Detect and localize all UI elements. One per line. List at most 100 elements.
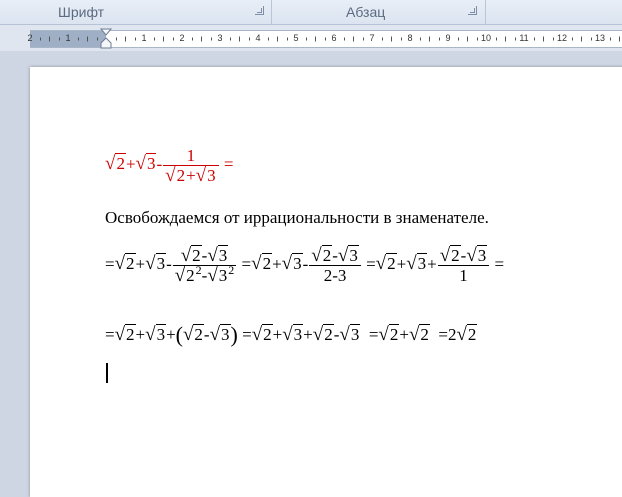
equation-3[interactable]: =√2+√3+(√2-√3) =√2+√3+√2-√3 =√2+√2 =2√2 [105,322,478,348]
radicand: 2 [419,324,430,344]
font-group-label: Шрифт [58,4,105,20]
radicand: 2 [125,324,136,344]
horizontal-ruler[interactable]: 2 1 1 2 3 4 5 6 7 8 9 10 11 12 13 [27,30,622,48]
operator: + [272,254,282,274]
ruler-number: 3 [217,33,223,43]
radicand: 2 [115,153,126,174]
ruler-number: 13 [594,33,606,43]
fraction: 1 √2+√3 [163,146,219,186]
ruler-number: 11 [519,33,529,43]
exponent: 2 [228,263,235,277]
ruler-number: 6 [331,33,337,43]
font-dialog-launcher-icon[interactable] [255,6,264,15]
equals-sign: = [438,325,448,344]
font-group: Шрифт [0,0,272,24]
radicand: 2 [450,245,461,265]
indent-marker-icon[interactable] [100,28,112,52]
operator: + [303,325,313,344]
radicand: 3 [217,245,229,265]
radicand: 3 [206,165,217,185]
operator: + [125,154,136,174]
operator: + [135,325,146,344]
ruler-number: 5 [293,33,299,43]
ruler-number: 1 [65,33,71,43]
equals-sign: = [105,254,115,274]
operator: + [396,254,407,274]
equals-sign: = [241,254,252,274]
equals-sign: = [368,325,379,344]
ruler-number: 9 [445,33,451,43]
body-text[interactable]: Освобождаемся от иррациональности в знам… [105,208,489,228]
operator: - [156,154,163,174]
radicand: 2 [321,245,333,265]
radicand: 2 [466,324,478,344]
radicand: 3 [349,324,361,344]
radicand: 3 [155,253,167,274]
sqrt: √2 [105,153,126,175]
radicand: 3 [217,265,229,285]
radicand: 2 [262,324,273,344]
ribbon-groups-bar: Шрифт Абзац [0,0,622,25]
right-paren: ) [230,322,238,347]
equals-sign: = [223,154,234,174]
numerator: √2-√3 [437,245,490,266]
ruler-number: 4 [255,33,261,43]
text-caret [106,363,108,383]
equation-2[interactable]: =√2+√3- √2-√3 √22-√32 =√2+√3- √2-√3 2-3 =√2+… [105,245,505,286]
radicand: 3 [155,324,167,344]
coefficient: 2 [447,325,457,344]
equals-sign: = [105,325,115,344]
operator: + [166,325,176,344]
ruler-number: 12 [556,33,568,43]
fraction: √2-√3 √22-√32 [172,245,237,286]
ruler-number: 8 [407,33,413,43]
radicand: 3 [416,253,428,274]
radicand: 2 [175,165,187,185]
ruler-number: 1 [141,33,147,43]
numerator: 1 [163,146,219,166]
radicand: 3 [292,324,304,344]
fraction: √2-√3 1 [437,245,490,285]
radicand: 2 [261,253,273,274]
numerator: √2-√3 [172,245,237,266]
radicand: 2 [323,324,334,344]
sqrt: √3 [135,153,157,175]
operator: + [186,166,196,185]
fraction: √2-√3 2-3 [309,245,361,285]
radicand: 2 [191,245,202,265]
left-paren: ( [175,322,183,347]
paragraph-group-label: Абзац [346,4,386,20]
ruler-number: 10 [480,33,492,43]
ruler-number: 7 [369,33,375,43]
operator: + [135,254,146,274]
denominator: √22-√32 [174,263,235,286]
paragraph-group: Абзац [272,0,486,24]
operator: + [272,325,283,344]
radicand: 3 [145,153,157,174]
operator: - [302,254,309,274]
equals-sign: = [242,325,252,344]
denominator: 1 [459,266,468,285]
equals-sign: = [494,254,505,274]
radicand: 3 [292,253,303,274]
radicand: 2 [185,265,196,285]
radicand: 3 [476,245,488,265]
radicand: 3 [220,324,231,344]
radicand: 2 [386,253,397,274]
radicand: 2 [388,324,400,344]
paragraph-dialog-launcher-icon[interactable] [468,6,477,15]
numerator: √2-√3 [309,245,361,266]
denominator: 2-3 [323,266,347,285]
operator: + [427,254,437,274]
operator: + [399,325,409,344]
radicand: 2 [193,324,204,344]
equation-1[interactable]: √2+√3- 1 √2+√3 = [105,146,233,185]
radicand: 2 [125,253,136,274]
ruler-ticks [40,36,620,42]
ruler-number: 2 [27,33,33,43]
radicand: 3 [348,245,359,265]
ruler-number: 2 [179,33,185,43]
equals-sign: = [366,254,376,274]
denominator: √2+√3 [165,165,217,186]
operator: - [166,254,172,274]
